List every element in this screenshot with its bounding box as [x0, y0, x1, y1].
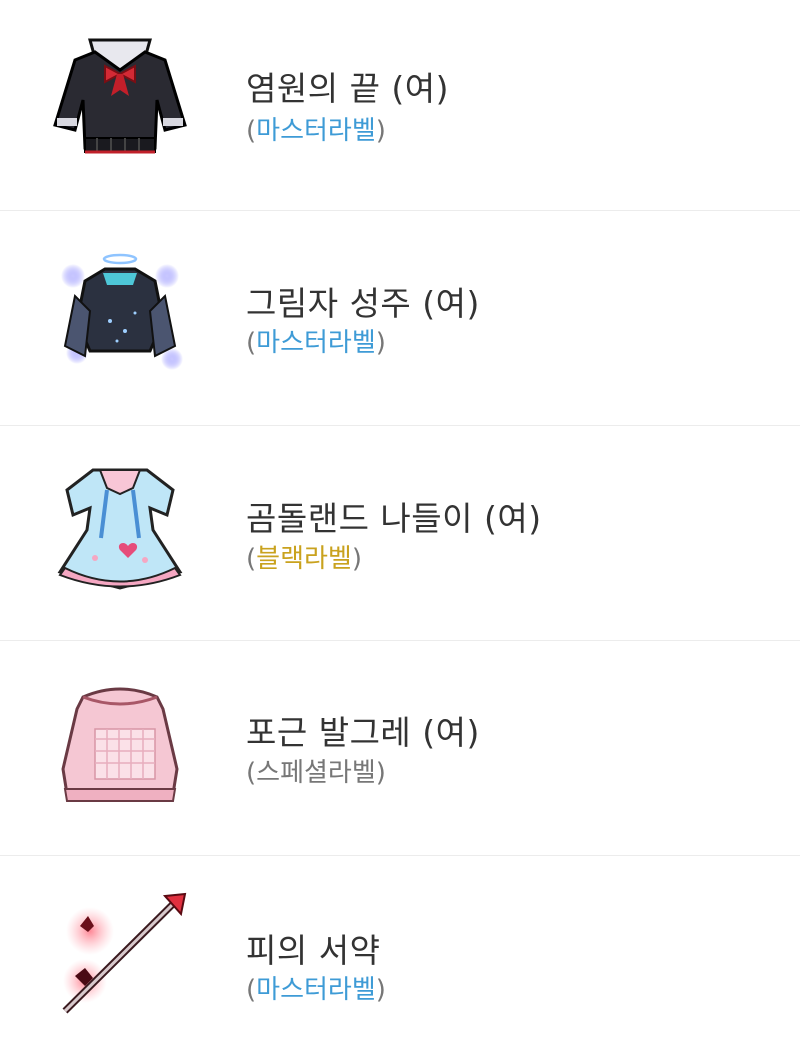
- label-badge: 마스터라벨: [256, 975, 376, 1005]
- black-sailor-uniform-icon: [45, 30, 195, 160]
- list-item[interactable]: 피의 서약 (마스터라벨): [0, 856, 800, 1043]
- item-title: 곰돌랜드 나들이 (여): [246, 499, 542, 538]
- item-label: (블랙라벨): [246, 544, 362, 574]
- item-label: (스페셜라벨): [246, 758, 386, 788]
- pastel-dress-icon: [45, 460, 195, 590]
- item-label: (마스터라벨): [246, 116, 386, 146]
- label-badge: 마스터라벨: [256, 116, 376, 146]
- label-badge: 스페셜라벨: [256, 758, 376, 788]
- label-badge: 블랙라벨: [256, 544, 352, 574]
- item-title: 피의 서약: [246, 931, 381, 970]
- item-label: (마스터라벨): [246, 328, 386, 358]
- blood-oath-staff-icon: [45, 886, 195, 1016]
- pink-knit-dress-icon: [45, 679, 195, 809]
- shadow-lord-outfit-icon: [45, 251, 195, 381]
- list-item[interactable]: 곰돌랜드 나들이 (여) (블랙라벨): [0, 426, 800, 640]
- item-title: 염원의 끝 (여): [246, 69, 450, 108]
- item-list: 염원의 끝 (여) (마스터라벨) 그림자 성주 (여) (마스터라벨) 곰돌랜…: [0, 0, 800, 1043]
- list-item[interactable]: 염원의 끝 (여) (마스터라벨): [0, 0, 800, 210]
- list-item[interactable]: 포근 발그레 (여) (스페셜라벨): [0, 641, 800, 855]
- item-title: 그림자 성주 (여): [246, 284, 480, 323]
- item-title: 포근 발그레 (여): [246, 713, 480, 752]
- item-label: (마스터라벨): [246, 975, 386, 1005]
- label-badge: 마스터라벨: [256, 328, 376, 358]
- list-item[interactable]: 그림자 성주 (여) (마스터라벨): [0, 211, 800, 425]
